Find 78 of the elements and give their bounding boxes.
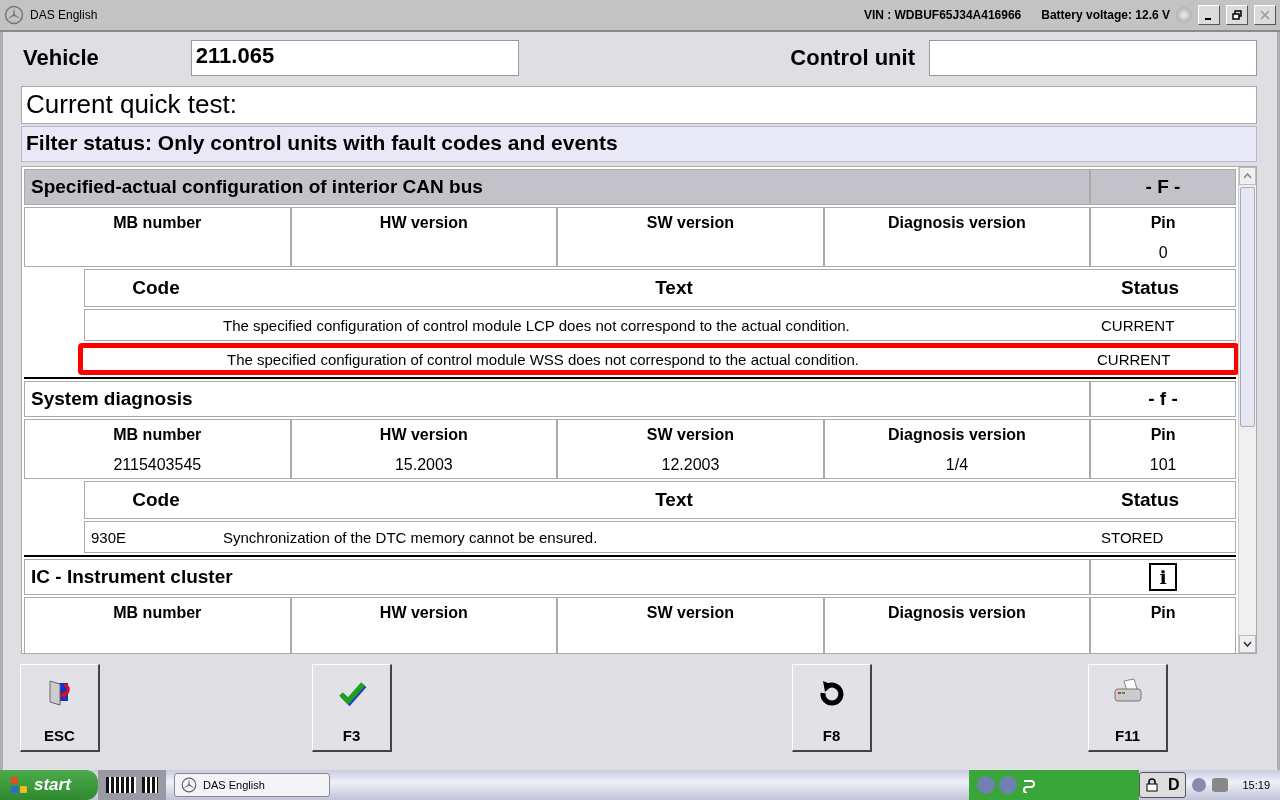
scroll-down-icon[interactable] — [1239, 635, 1256, 653]
control-unit-field[interactable] — [929, 40, 1257, 76]
function-key-button[interactable]: ESC — [20, 664, 100, 752]
column-header: Code — [131, 276, 181, 300]
battery-voltage: Battery voltage: 12.6 V — [1041, 8, 1170, 22]
close-icon — [1260, 10, 1270, 20]
quick-test-field: Current quick test: — [21, 86, 1257, 124]
cell-value: 12.2003 — [661, 456, 720, 474]
column-header: Pin — [1150, 604, 1176, 622]
column-header: Pin — [1150, 214, 1176, 232]
fault-text: Synchronization of the DTC memory cannot be ensured. — [223, 528, 599, 546]
fault-text: The specified configuration of control module LCP does not correspond to the actual condition. — [223, 316, 851, 334]
section-flag: - f - — [1090, 381, 1236, 417]
fault-status: CURRENT — [1100, 316, 1176, 334]
section-title[interactable]: Specified-actual configuration of interior CAN bus — [24, 169, 1090, 205]
windows-flag-icon — [10, 776, 28, 794]
star-logo-icon — [181, 777, 197, 793]
cell-value: 0 — [1158, 244, 1168, 262]
fault-status: CURRENT — [1096, 350, 1172, 368]
vin-label: VIN : WDBUF65J34A416966 — [863, 8, 1022, 22]
restore-button[interactable] — [1226, 5, 1248, 25]
column-header: Text — [654, 276, 694, 300]
column-header: Text — [654, 488, 694, 512]
fault-row[interactable]: 930E Synchronization of the DTC memory cannot be ensured. STORED — [84, 521, 1236, 553]
column-header: HW version — [379, 426, 468, 444]
keyboard-icon[interactable] — [106, 777, 136, 793]
keypad-icon[interactable] — [142, 777, 158, 793]
minimize-icon — [1204, 18, 1211, 20]
taskbar-window-button[interactable]: DAS English — [174, 773, 330, 797]
scroll-thumb[interactable] — [1240, 187, 1255, 427]
column-header: SW version — [646, 214, 734, 232]
start-button[interactable]: start — [0, 770, 98, 800]
cell-value: 15.2003 — [394, 456, 453, 474]
cell-value: 1/4 — [945, 456, 969, 474]
function-key-button[interactable]: F8 — [792, 664, 872, 752]
fault-code: 930E — [91, 528, 127, 546]
section-flag: - F - — [1090, 169, 1236, 205]
column-header: Diagnosis version — [888, 604, 1026, 622]
filter-status: Filter status: Only control units with fault codes and events — [21, 126, 1257, 162]
column-header: Diagnosis version — [888, 426, 1026, 444]
column-header: MB number — [113, 426, 202, 444]
column-header: MB number — [113, 214, 202, 232]
restore-icon — [1232, 10, 1242, 20]
scrollbar[interactable] — [1238, 167, 1256, 653]
status-globe-icon — [1176, 7, 1192, 23]
padlock-icon — [1145, 778, 1158, 792]
vehicle-label: Vehicle — [23, 45, 99, 71]
vehicle-field[interactable]: 211.065 — [190, 40, 519, 76]
function-key-button[interactable]: F3 — [312, 664, 392, 752]
star-logo-icon — [4, 5, 24, 25]
fault-row[interactable]: The specified configuration of control module LCP does not correspond to the actual condition. CURRENT — [84, 309, 1236, 341]
column-header: MB number — [113, 604, 202, 622]
info-icon[interactable]: i — [1149, 563, 1177, 591]
scroll-up-icon[interactable] — [1239, 167, 1256, 185]
section-title[interactable]: IC - Instrument cluster — [24, 559, 1090, 595]
column-header: Status — [1121, 488, 1181, 512]
column-header: Pin — [1150, 426, 1176, 444]
fault-row[interactable]: The specified configuration of control module WSS does not correspond to the actual condition. CURRENT — [78, 343, 1238, 375]
column-header: Diagnosis version — [888, 214, 1026, 232]
fault-status: STORED — [1100, 528, 1165, 546]
minimize-button[interactable] — [1198, 5, 1220, 25]
column-header: Code — [131, 488, 181, 512]
column-header: HW version — [379, 214, 468, 232]
window-title: DAS English — [30, 8, 98, 22]
clock: 15:19 — [1242, 779, 1270, 791]
tray-lock-indicator[interactable]: D — [1138, 772, 1187, 798]
control-unit-label: Control unit — [790, 45, 915, 71]
column-header: HW version — [379, 604, 468, 622]
column-header: Status — [1121, 276, 1181, 300]
column-header: SW version — [646, 604, 734, 622]
column-header: SW version — [646, 426, 734, 444]
cell-value: 101 — [1149, 456, 1177, 474]
link-icon[interactable] — [1020, 777, 1037, 793]
section-title[interactable]: System diagnosis — [24, 381, 1090, 417]
cell-value: 2115403545 — [113, 456, 202, 474]
fault-text: The specified configuration of control module WSS does not correspond to the actual condition. — [227, 350, 861, 368]
function-key-button[interactable]: F11 — [1088, 664, 1168, 752]
close-button[interactable] — [1254, 5, 1276, 25]
